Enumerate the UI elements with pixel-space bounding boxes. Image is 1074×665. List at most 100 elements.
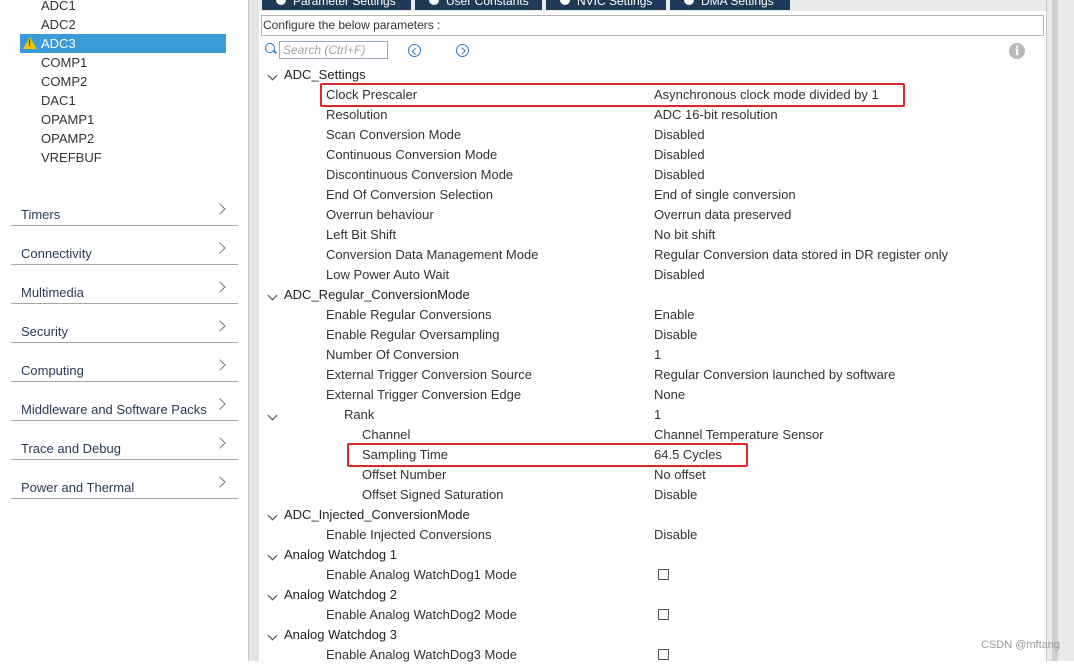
tree-row-param[interactable]: Channel Channel Temperature Sensor (260, 425, 1046, 445)
parameter-value[interactable]: Enable (654, 305, 694, 325)
tree-row-param[interactable]: Low Power Auto Wait Disabled (260, 265, 1046, 285)
category-middleware-and-software-packs[interactable]: Middleware and Software Packs (11, 390, 238, 421)
enable-checkbox[interactable] (658, 609, 669, 620)
scrollbar-thumb[interactable] (1052, 0, 1058, 661)
right-scroll-track[interactable] (1046, 0, 1074, 661)
peripheral-item-dac1[interactable]: DAC1 (20, 91, 226, 110)
category-computing[interactable]: Computing (11, 351, 238, 382)
expand-toggle-icon[interactable] (267, 290, 278, 301)
parameter-value[interactable]: Disabled (654, 145, 705, 165)
chevron-right-icon (214, 281, 226, 293)
expand-toggle-icon[interactable] (267, 410, 278, 421)
parameter-value[interactable]: ADC 16-bit resolution (654, 105, 778, 125)
category-multimedia[interactable]: Multimedia (11, 273, 238, 304)
category-security[interactable]: Security (11, 312, 238, 343)
expand-toggle-icon[interactable] (267, 590, 278, 601)
tree-row-group[interactable]: Analog Watchdog 3 (260, 625, 1046, 645)
tree-row-param[interactable]: Overrun behaviour Overrun data preserved (260, 205, 1046, 225)
parameter-value[interactable]: Regular Conversion launched by software (654, 365, 895, 385)
tree-row-param[interactable]: Enable Regular Conversions Enable (260, 305, 1046, 325)
parameter-value[interactable]: Disabled (654, 125, 705, 145)
parameter-value[interactable]: Disable (654, 325, 697, 345)
parameter-name: Enable Regular Oversampling (326, 327, 500, 342)
tree-row-check[interactable]: Enable Analog WatchDog1 Mode (260, 565, 1046, 585)
tree-row-param[interactable]: Number Of Conversion 1 (260, 345, 1046, 365)
parameter-value[interactable]: Channel Temperature Sensor (654, 425, 824, 445)
category-connectivity[interactable]: Connectivity (11, 234, 238, 265)
peripheral-item-adc3[interactable]: ADC3 (20, 34, 226, 53)
enable-checkbox[interactable] (658, 569, 669, 580)
group-label: ADC_Injected_ConversionMode (284, 507, 470, 522)
tree-row-param[interactable]: Enable Injected Conversions Disable (260, 525, 1046, 545)
category-label: Trace and Debug (21, 441, 121, 456)
panel-splitter[interactable] (248, 0, 259, 661)
tree-row-group[interactable]: ADC_Settings (260, 65, 1046, 85)
tree-row-check[interactable]: Enable Analog WatchDog3 Mode (260, 645, 1046, 665)
tree-row-param[interactable]: Left Bit Shift No bit shift (260, 225, 1046, 245)
peripheral-label: DAC1 (41, 93, 76, 108)
tab-nvic-settings[interactable]: NVIC Settings (546, 0, 666, 10)
parameter-value[interactable]: None (654, 385, 685, 405)
peripheral-item-comp2[interactable]: COMP2 (20, 72, 226, 91)
tree-row-subgroup[interactable]: Rank 1 (260, 405, 1046, 425)
category-timers[interactable]: Timers (11, 195, 238, 226)
category-trace-and-debug[interactable]: Trace and Debug (11, 429, 238, 460)
tree-row-param[interactable]: Scan Conversion Mode Disabled (260, 125, 1046, 145)
tree-row-param[interactable]: Conversion Data Management Mode Regular C… (260, 245, 1046, 265)
peripheral-item-opamp1[interactable]: OPAMP1 (20, 110, 226, 129)
tree-row-group[interactable]: Analog Watchdog 2 (260, 585, 1046, 605)
check-circle-icon (429, 0, 439, 5)
parameter-value[interactable]: 1 (654, 345, 661, 365)
category-power-and-thermal[interactable]: Power and Thermal (11, 468, 238, 499)
parameter-value[interactable]: Disabled (654, 165, 705, 185)
tree-row-param[interactable]: External Trigger Conversion Source Regula… (260, 365, 1046, 385)
tree-row-group[interactable]: ADC_Regular_ConversionMode (260, 285, 1046, 305)
parameter-name: Low Power Auto Wait (326, 267, 450, 282)
parameter-value[interactable]: Regular Conversion data stored in DR reg… (654, 245, 948, 265)
category-label: Power and Thermal (21, 480, 135, 495)
expand-toggle-icon[interactable] (267, 510, 278, 521)
tree-row-param[interactable]: End Of Conversion Selection End of single… (260, 185, 1046, 205)
tree-row-group[interactable]: ADC_Injected_ConversionMode (260, 505, 1046, 525)
peripheral-item-comp1[interactable]: COMP1 (20, 53, 226, 72)
parameter-value[interactable]: No offset (654, 465, 706, 485)
search-icon (265, 43, 275, 53)
next-result-button[interactable] (456, 44, 469, 57)
parameter-value[interactable]: Disable (654, 525, 697, 545)
info-icon[interactable]: i (1009, 43, 1025, 59)
expand-toggle-icon[interactable] (267, 70, 278, 81)
peripheral-item-opamp2[interactable]: OPAMP2 (20, 129, 226, 148)
chevron-right-icon (214, 320, 226, 332)
tree-row-check[interactable]: Enable Analog WatchDog2 Mode (260, 605, 1046, 625)
tree-row-param[interactable]: External Trigger Conversion Edge None (260, 385, 1046, 405)
peripheral-item-adc2[interactable]: ADC2 (20, 15, 226, 34)
tree-row-param[interactable]: Continuous Conversion Mode Disabled (260, 145, 1046, 165)
parameter-name: Enable Analog WatchDog1 Mode (326, 567, 518, 582)
parameter-value[interactable]: 1 (654, 405, 661, 425)
tree-row-param[interactable]: Enable Regular Oversampling Disable (260, 325, 1046, 345)
parameter-value[interactable]: Disable (654, 485, 697, 505)
parameter-value[interactable]: End of single conversion (654, 185, 796, 205)
enable-checkbox[interactable] (658, 649, 669, 660)
previous-result-button[interactable] (408, 44, 421, 57)
tree-row-param[interactable]: Offset Number No offset (260, 465, 1046, 485)
tab-parameter-settings[interactable]: Parameter Settings (262, 0, 411, 10)
parameter-value[interactable]: No bit shift (654, 225, 715, 245)
tree-row-param[interactable]: Offset Signed Saturation Disable (260, 485, 1046, 505)
tab-user-constants[interactable]: User Constants (415, 0, 542, 10)
peripheral-item-vrefbuf[interactable]: VREFBUF (20, 148, 226, 167)
parameter-value[interactable]: Overrun data preserved (654, 205, 791, 225)
parameter-name: Enable Injected Conversions (326, 527, 492, 542)
expand-toggle-icon[interactable] (267, 550, 278, 561)
tree-row-param[interactable]: Discontinuous Conversion Mode Disabled (260, 165, 1046, 185)
tab-dma-settings[interactable]: DMA Settings (670, 0, 790, 10)
peripheral-item-adc1[interactable]: ADC1 (20, 0, 226, 15)
tree-row-param[interactable]: Resolution ADC 16-bit resolution (260, 105, 1046, 125)
search-input[interactable] (279, 41, 388, 59)
tree-row-group[interactable]: Analog Watchdog 1 (260, 545, 1046, 565)
parameter-value[interactable]: Disabled (654, 265, 705, 285)
category-label: Multimedia (21, 285, 84, 300)
highlight-box (320, 83, 905, 107)
tab-label: User Constants (446, 0, 529, 8)
expand-toggle-icon[interactable] (267, 630, 278, 641)
